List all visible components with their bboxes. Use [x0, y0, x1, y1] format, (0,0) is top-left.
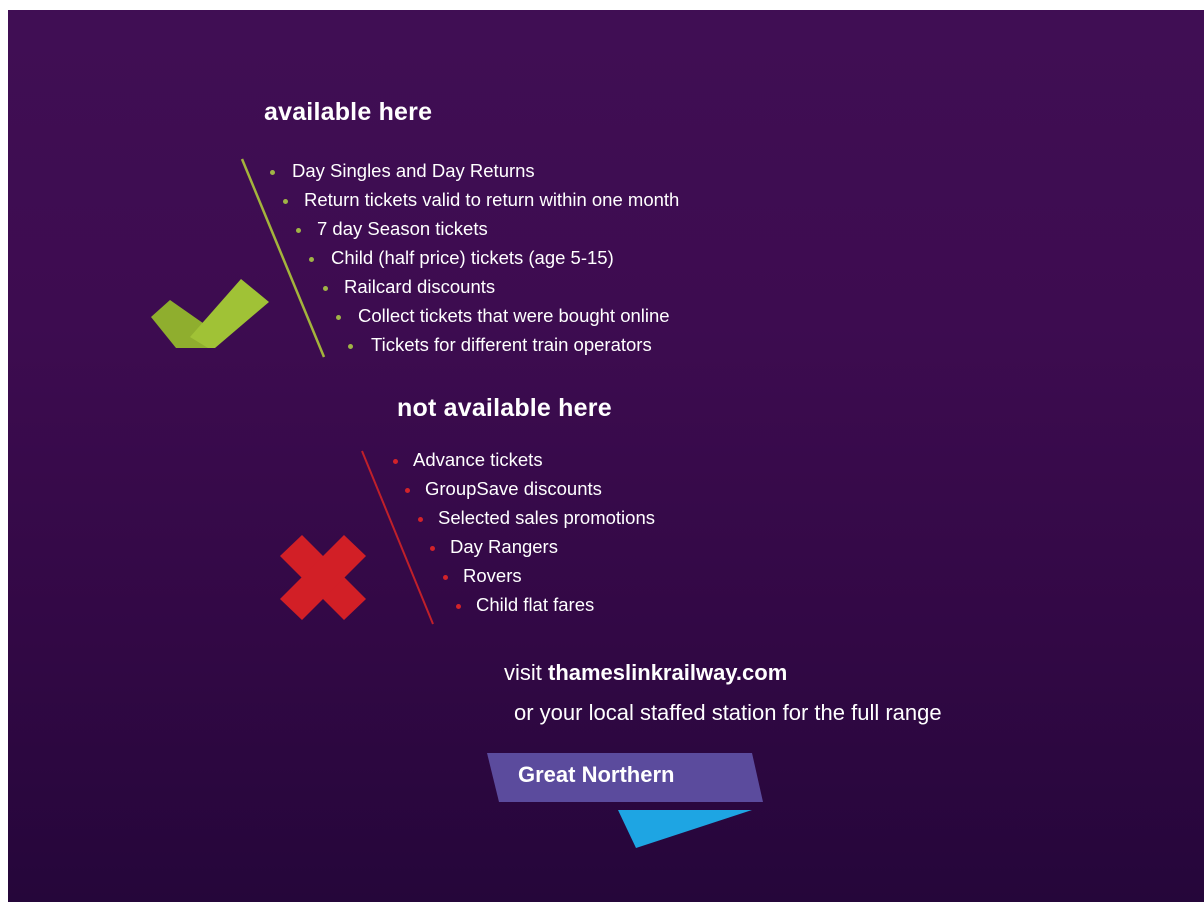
checkmark-icon	[151, 279, 269, 348]
ticket-info-poster: available here Day Singles and Day Retur…	[8, 10, 1204, 902]
bullet-icon	[323, 286, 328, 291]
available-item: Day Singles and Day Returns	[292, 160, 535, 181]
website-link: thameslinkrailway.com	[548, 660, 788, 685]
bullet-icon	[443, 575, 448, 580]
bullet-icon	[270, 170, 275, 175]
bullet-icon	[336, 315, 341, 320]
available-item: Child (half price) tickets (age 5-15)	[331, 247, 614, 268]
bullet-icon	[348, 344, 353, 349]
available-item: Collect tickets that were bought online	[358, 305, 670, 326]
bullet-icon	[456, 604, 461, 609]
bullet-icon	[309, 257, 314, 262]
cta-prefix: visit	[504, 660, 548, 685]
logo-text: Great Northern	[518, 762, 675, 787]
not-available-item: Selected sales promotions	[438, 507, 655, 528]
bullet-icon	[430, 546, 435, 551]
not-available-heading: not available here	[397, 394, 612, 422]
not-available-divider-line	[361, 450, 434, 625]
not-available-item: Advance tickets	[413, 449, 543, 470]
cross-icon	[280, 535, 366, 620]
bullet-icon	[283, 199, 288, 204]
bullet-icon	[418, 517, 423, 522]
available-item: 7 day Season tickets	[317, 218, 488, 239]
available-item: Railcard discounts	[344, 276, 496, 297]
not-available-item: Rovers	[463, 565, 522, 586]
not-available-item: GroupSave discounts	[425, 478, 602, 499]
bullet-icon	[296, 228, 301, 233]
available-item: Tickets for different train operators	[371, 334, 652, 355]
bullet-icon	[393, 459, 398, 464]
bullet-icon	[405, 488, 410, 493]
not-available-item: Day Rangers	[450, 536, 558, 557]
cta-line-2: or your local staffed station for the fu…	[514, 700, 942, 725]
available-heading: available here	[264, 98, 433, 126]
available-item: Return tickets valid to return within on…	[304, 189, 680, 210]
not-available-item: Child flat fares	[476, 594, 595, 615]
cta-line-1: visit thameslinkrailway.com	[504, 660, 787, 686]
